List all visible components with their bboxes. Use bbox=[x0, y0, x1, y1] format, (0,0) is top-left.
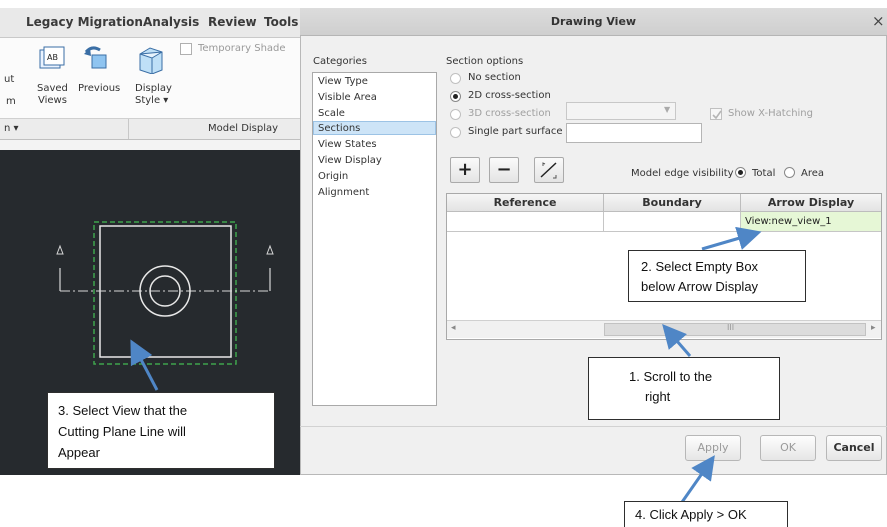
arrow-to-arrow-display bbox=[701, 226, 762, 251]
callout-select-empty-box: 2. Select Empty Box below Arrow Display bbox=[628, 250, 806, 302]
callout-scroll-right: 1. Scroll to the right bbox=[588, 357, 780, 420]
callout-1-line-1: 1. Scroll to the bbox=[629, 369, 713, 384]
arrow-to-apply bbox=[678, 455, 715, 506]
arrow-to-scrollbar bbox=[662, 323, 692, 357]
callout-select-view: 3. Select View that the Cutting Plane Li… bbox=[47, 392, 275, 469]
callout-2-line-1: 2. Select Empty Box bbox=[641, 259, 759, 274]
callout-4-text: 4. Click Apply > OK bbox=[635, 507, 747, 522]
callout-2-line-2: below Arrow Display bbox=[641, 279, 759, 294]
callout-3-line-1: 3. Select View that the bbox=[58, 403, 188, 418]
callout-click-apply-ok: 4. Click Apply > OK bbox=[624, 501, 788, 527]
arrow-to-view bbox=[130, 339, 159, 391]
callout-3-line-2: Cutting Plane Line will bbox=[58, 424, 186, 439]
callout-1-line-2: right bbox=[645, 389, 671, 404]
callout-3-line-3: Appear bbox=[58, 445, 100, 460]
